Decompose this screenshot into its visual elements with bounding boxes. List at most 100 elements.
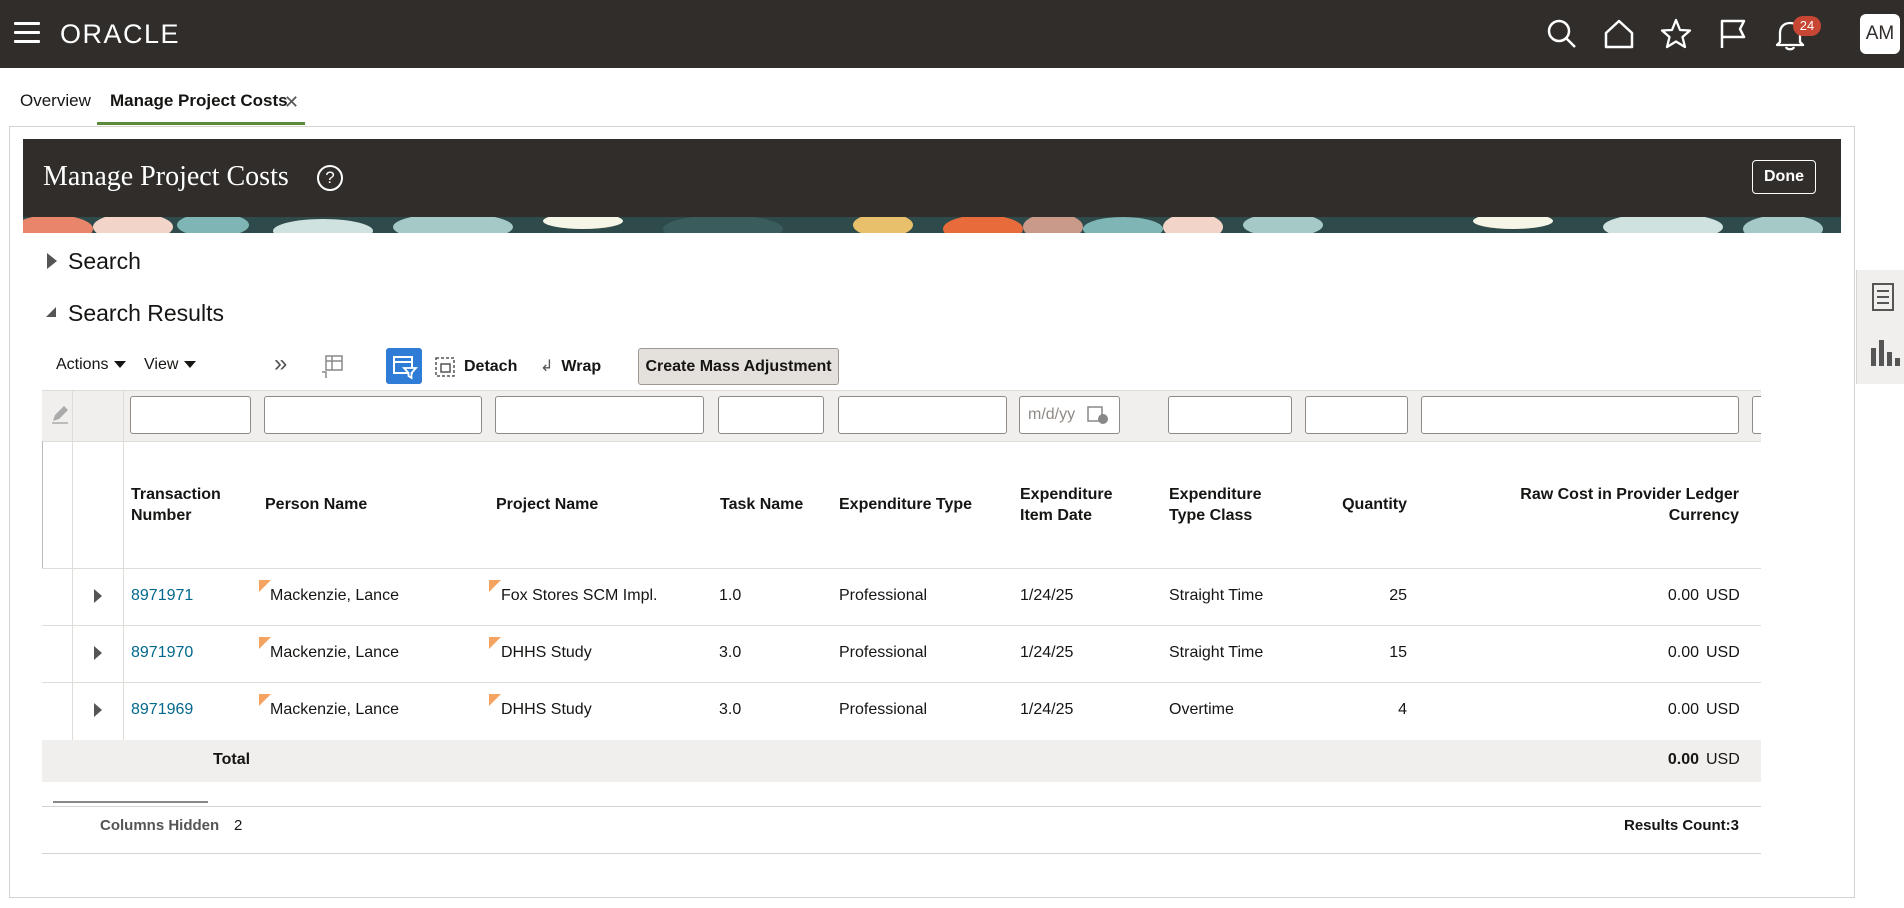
results-count: Results Count:3 [1623, 817, 1739, 834]
collapse-results-icon[interactable] [44, 305, 58, 319]
footer-divider [42, 806, 1761, 807]
done-button[interactable]: Done [1752, 160, 1816, 194]
expenditure-date-cell: 1/24/25 [1020, 587, 1074, 604]
total-row [42, 740, 1761, 782]
total-currency: USD [1706, 751, 1740, 768]
header-line: Raw Cost in Provider Ledger [1520, 486, 1739, 503]
currency-cell: USD [1706, 701, 1740, 718]
transaction-number-link[interactable]: 8971971 [131, 587, 193, 605]
chevron-down-icon [184, 361, 197, 369]
row-divider [42, 568, 1761, 569]
transaction-number-link[interactable]: 8971969 [131, 701, 193, 719]
wrap-label: Wrap [561, 358, 602, 375]
header-expenditure-item-date[interactable]: Expenditure Item Date [1020, 484, 1112, 526]
hamburger-icon[interactable] [14, 22, 40, 44]
person-name-cell: Mackenzie, Lance [270, 644, 399, 661]
home-icon[interactable] [1601, 16, 1637, 52]
filter-icon [393, 356, 419, 380]
row-divider [42, 625, 1761, 626]
currency-cell: USD [1706, 587, 1740, 604]
expenditure-type-cell: Professional [839, 701, 928, 718]
flag-marker-icon [489, 580, 501, 592]
row-divider [42, 682, 1761, 683]
view-label: View [144, 356, 179, 373]
quantity-cell: 15 [1389, 644, 1407, 661]
filter-person-name[interactable] [264, 396, 482, 434]
raw-cost-cell: 0.00 [1667, 587, 1699, 604]
page-title: Manage Project Costs [43, 161, 289, 192]
search-section-header[interactable]: Search [68, 248, 141, 275]
filter-expenditure-type-class[interactable] [1168, 396, 1292, 434]
close-tab-icon[interactable]: ✕ [284, 92, 299, 113]
tab-overview[interactable]: Overview [20, 91, 91, 111]
filter-expenditure-item-date[interactable]: m/d/yy [1019, 396, 1120, 434]
filter-raw-cost[interactable] [1421, 396, 1739, 434]
global-header: ORACLE 24 AM [0, 0, 1904, 68]
person-name-cell: Mackenzie, Lance [270, 701, 399, 718]
expand-row-icon[interactable] [94, 589, 102, 603]
header-task-name[interactable]: Task Name [720, 494, 803, 515]
header-expenditure-type[interactable]: Expenditure Type [839, 494, 972, 515]
star-icon[interactable] [1658, 16, 1694, 52]
expenditure-type-cell: Professional [839, 644, 928, 661]
header-project-name[interactable]: Project Name [496, 494, 598, 515]
header-line: Expenditure [1169, 486, 1262, 503]
header-expenditure-type-class[interactable]: Expenditure Type Class [1169, 484, 1261, 526]
transaction-number-link[interactable]: 8971970 [131, 644, 193, 662]
detach-button[interactable]: Detach [434, 356, 517, 378]
actions-menu[interactable]: Actions [56, 356, 127, 374]
help-icon[interactable]: ? [317, 165, 343, 191]
active-tab-indicator [97, 122, 305, 125]
expand-row-icon[interactable] [94, 703, 102, 717]
filter-expenditure-type[interactable] [838, 396, 1007, 434]
task-name-cell: 1.0 [719, 587, 742, 604]
expand-search-icon[interactable] [47, 253, 57, 269]
actions-label: Actions [56, 356, 109, 373]
avatar[interactable]: AM [1860, 14, 1900, 54]
filter-project-name[interactable] [495, 396, 704, 434]
chevron-down-icon [114, 361, 127, 369]
detach-icon [435, 357, 455, 377]
task-name-cell: 3.0 [719, 644, 742, 661]
freeze-icon[interactable] [320, 354, 346, 380]
flag-marker-icon [489, 637, 501, 649]
document-icon[interactable] [1871, 282, 1895, 312]
wrap-icon: ↲ [540, 358, 554, 375]
columns-hidden-count[interactable]: 2 [234, 817, 242, 834]
notification-badge: 24 [1793, 16, 1821, 36]
filter-overflow-column[interactable] [1752, 396, 1761, 434]
horizontal-scrollbar[interactable] [53, 801, 208, 803]
filter-quantity[interactable] [1305, 396, 1408, 434]
column-divider [123, 390, 124, 781]
header-transaction-number[interactable]: Transaction Number [131, 484, 221, 526]
oracle-logo[interactable]: ORACLE [60, 19, 180, 50]
flag-icon[interactable] [1715, 16, 1751, 52]
date-placeholder: m/d/yy [1028, 406, 1076, 423]
tab-manage-project-costs[interactable]: Manage Project Costs [110, 91, 288, 111]
raw-cost-cell: 0.00 [1667, 644, 1699, 661]
header-line: Transaction [131, 486, 221, 503]
side-panel [1856, 270, 1904, 384]
search-results-header[interactable]: Search Results [68, 300, 224, 327]
bar-chart-icon[interactable] [1869, 338, 1901, 368]
expand-row-icon[interactable] [94, 646, 102, 660]
more-columns-icon[interactable]: » [274, 350, 287, 378]
page-banner: Manage Project Costs ? Done [23, 139, 1841, 233]
view-menu[interactable]: View [144, 356, 197, 374]
header-person-name[interactable]: Person Name [265, 494, 367, 515]
header-line: Currency [1668, 507, 1739, 524]
header-quantity[interactable]: Quantity [1306, 494, 1407, 515]
project-name-cell: DHHS Study [501, 701, 592, 718]
header-line: Expenditure [1020, 486, 1113, 503]
header-raw-cost[interactable]: Raw Cost in Provider Ledger Currency [1440, 484, 1739, 526]
filter-transaction-number[interactable] [130, 396, 251, 434]
calendar-icon[interactable] [1086, 404, 1110, 426]
currency-cell: USD [1706, 644, 1740, 661]
create-mass-adjustment-button[interactable]: Create Mass Adjustment [638, 348, 839, 385]
search-icon[interactable] [1544, 16, 1580, 52]
filter-task-name[interactable] [718, 396, 824, 434]
wrap-button[interactable]: ↲ Wrap [540, 356, 601, 376]
header-line: Number [131, 507, 192, 524]
detach-label: Detach [464, 358, 518, 376]
query-by-example-button[interactable] [386, 348, 422, 384]
